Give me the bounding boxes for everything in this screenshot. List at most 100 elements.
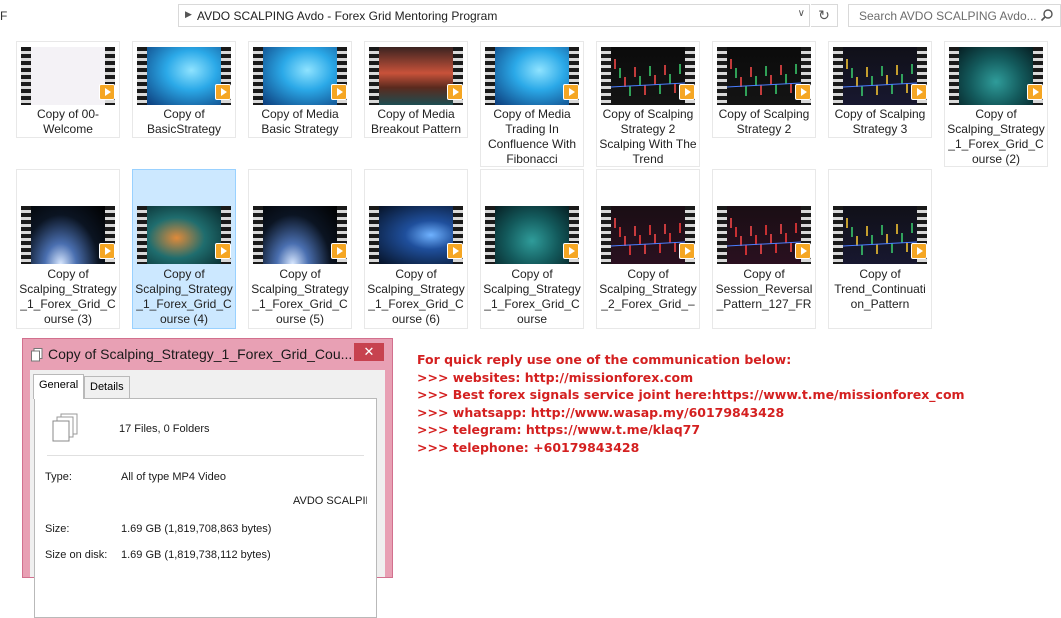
chevron-down-icon[interactable]: ∨ xyxy=(798,8,805,19)
file-count: 17 Files, 0 Folders xyxy=(119,423,210,435)
dialog-titlebar[interactable]: Copy of Scalping_Strategy_1_Forex_Grid_C… xyxy=(23,339,392,369)
film-strip-left xyxy=(485,206,495,264)
thumbnail-image xyxy=(31,206,105,264)
file-item[interactable]: Copy of Scalping Strategy 2 xyxy=(712,41,816,138)
file-item[interactable]: Copy of Scalping Strategy 2 Scalping Wit… xyxy=(596,41,700,167)
thumbnail-image xyxy=(147,47,221,105)
thumbnail-image xyxy=(379,206,453,264)
thumbnail-image xyxy=(147,206,221,264)
breadcrumb-arrow-icon[interactable]: ▶ xyxy=(185,9,192,20)
play-icon xyxy=(331,84,347,100)
file-name: Copy of Scalping_Strategy_1_Forex_Grid_C… xyxy=(367,267,465,326)
thumbnail-image xyxy=(263,47,337,105)
contact-heading: For quick reply use one of the communica… xyxy=(417,352,792,367)
file-name: Copy of Media Trading In Confluence With… xyxy=(487,107,577,166)
play-icon xyxy=(215,84,231,100)
file-name: Copy of Scalping_Strategy_1_Forex_Grid_C… xyxy=(19,267,117,326)
file-item[interactable]: Copy of Scalping_Strategy_1_Forex_Grid_C… xyxy=(364,169,468,329)
file-item[interactable]: Copy of Scalping_Strategy_2_Forex_Grid_– xyxy=(596,169,700,329)
size-on-disk-value: 1.69 GB (1,819,738,112 bytes) xyxy=(121,549,271,561)
contact-signals: >>> Best forex signals service joint her… xyxy=(417,387,965,403)
file-name: Copy of Scalping Strategy 2 xyxy=(718,107,810,136)
file-name: Copy of Session_Reversal_Pattern_127_FR xyxy=(715,267,813,311)
tab-details[interactable]: Details xyxy=(84,376,130,398)
file-name: Copy of Media Basic Strategy xyxy=(261,107,339,136)
general-panel: 17 Files, 0 Folders Type: All of type MP… xyxy=(34,398,377,618)
file-item[interactable]: Copy of Media Basic Strategy xyxy=(248,41,352,138)
play-icon xyxy=(795,84,811,100)
file-name: Copy of Scalping Strategy 3 xyxy=(834,107,926,136)
files-icon xyxy=(31,348,43,362)
thumbnail-image xyxy=(495,47,569,105)
play-icon xyxy=(679,84,695,100)
thumbnail-image xyxy=(726,47,802,105)
play-icon xyxy=(447,243,463,259)
film-strip-left xyxy=(717,206,727,264)
contact-whatsapp: >>> whatsapp: http://www.wasap.my/601798… xyxy=(417,404,785,420)
play-icon xyxy=(911,243,927,259)
contact-text-block: For quick reply use one of the communica… xyxy=(417,351,965,457)
file-name: Copy of Trend_Continuation_Pattern xyxy=(834,267,926,311)
tab-general[interactable]: General xyxy=(33,374,85,399)
multiple-files-icon xyxy=(52,413,78,442)
film-strip-left xyxy=(253,47,263,105)
thumbnail-image xyxy=(379,47,453,105)
file-item[interactable]: Copy of Scalping_Strategy_1_Forex_Grid_C… xyxy=(248,169,352,329)
play-icon xyxy=(563,84,579,100)
film-strip-left xyxy=(369,47,379,105)
file-item[interactable]: Copy of Scalping_Strategy_1_Forex_Grid_C… xyxy=(944,41,1048,167)
play-icon xyxy=(911,84,927,100)
file-item[interactable]: Copy of Session_Reversal_Pattern_127_FR xyxy=(712,169,816,329)
divider xyxy=(47,455,364,456)
location-value: AVDO SCALPIN xyxy=(293,495,367,507)
file-name: Copy of Scalping_Strategy_1_Forex_Grid_C… xyxy=(251,267,349,326)
close-button[interactable]: ✕ xyxy=(354,343,384,361)
film-strip-left xyxy=(833,47,843,105)
thumbnail-image xyxy=(31,47,105,105)
thumbnail-image xyxy=(959,47,1033,105)
type-value: All of type MP4 Video xyxy=(121,471,226,483)
refresh-button[interactable]: ↻ xyxy=(811,4,838,27)
search-input[interactable] xyxy=(857,8,1041,24)
file-name: Copy of 00-Welcome xyxy=(36,107,100,136)
play-icon xyxy=(99,243,115,259)
file-item[interactable]: Copy of Scalping_Strategy_1_Forex_Grid_C… xyxy=(480,169,584,329)
thumbnail-image xyxy=(726,206,802,264)
search-icon[interactable] xyxy=(1040,8,1054,22)
dialog-body: General Details 17 Files, 0 Folders Type… xyxy=(30,370,385,618)
contact-telephone: >>> telephone: +60179843428 xyxy=(417,439,640,455)
file-name: Copy of Scalping Strategy 2 Scalping Wit… xyxy=(599,107,697,166)
file-item[interactable]: Copy of Scalping_Strategy_1_Forex_Grid_C… xyxy=(16,169,120,329)
address-bar[interactable]: ▶ AVDO SCALPING Avdo - Forex Grid Mentor… xyxy=(178,4,810,27)
film-strip-left xyxy=(137,206,147,264)
film-strip-left xyxy=(833,206,843,264)
thumbnail-image xyxy=(610,47,686,105)
search-box[interactable] xyxy=(848,4,1061,27)
address-path[interactable]: AVDO SCALPING Avdo - Forex Grid Mentorin… xyxy=(197,9,497,23)
file-item[interactable]: Copy of Media Breakout Pattern xyxy=(364,41,468,138)
film-strip-left xyxy=(137,47,147,105)
play-icon xyxy=(795,243,811,259)
size-value: 1.69 GB (1,819,708,863 bytes) xyxy=(121,523,272,535)
play-icon xyxy=(331,243,347,259)
contact-telegram: >>> telegram: https://www.t.me/klaq77 xyxy=(417,422,701,438)
size-label: Size: xyxy=(45,523,70,535)
thumbnail-image xyxy=(495,206,569,264)
file-item[interactable]: Copy of Scalping_Strategy_1_Forex_Grid_C… xyxy=(132,169,236,329)
contact-website: >>> websites: http://missionforex.com xyxy=(417,369,694,385)
film-strip-left xyxy=(21,206,31,264)
film-strip-left xyxy=(21,47,31,105)
film-strip-left xyxy=(369,206,379,264)
properties-dialog: Copy of Scalping_Strategy_1_Forex_Grid_C… xyxy=(22,338,393,618)
file-item[interactable]: Copy of 00-Welcome xyxy=(16,41,120,138)
play-icon xyxy=(447,84,463,100)
file-item[interactable]: Copy of Scalping Strategy 3 xyxy=(828,41,932,138)
film-strip-left xyxy=(253,206,263,264)
file-item[interactable]: Copy of BasicStrategy xyxy=(132,41,236,138)
thumbnail-image xyxy=(610,206,686,264)
file-name: Copy of Media Breakout Pattern xyxy=(370,107,462,136)
file-item[interactable]: Copy of Media Trading In Confluence With… xyxy=(480,41,584,167)
play-icon xyxy=(1027,84,1043,100)
thumbnail-image xyxy=(842,206,918,264)
file-item[interactable]: Copy of Trend_Continuation_Pattern xyxy=(828,169,932,329)
